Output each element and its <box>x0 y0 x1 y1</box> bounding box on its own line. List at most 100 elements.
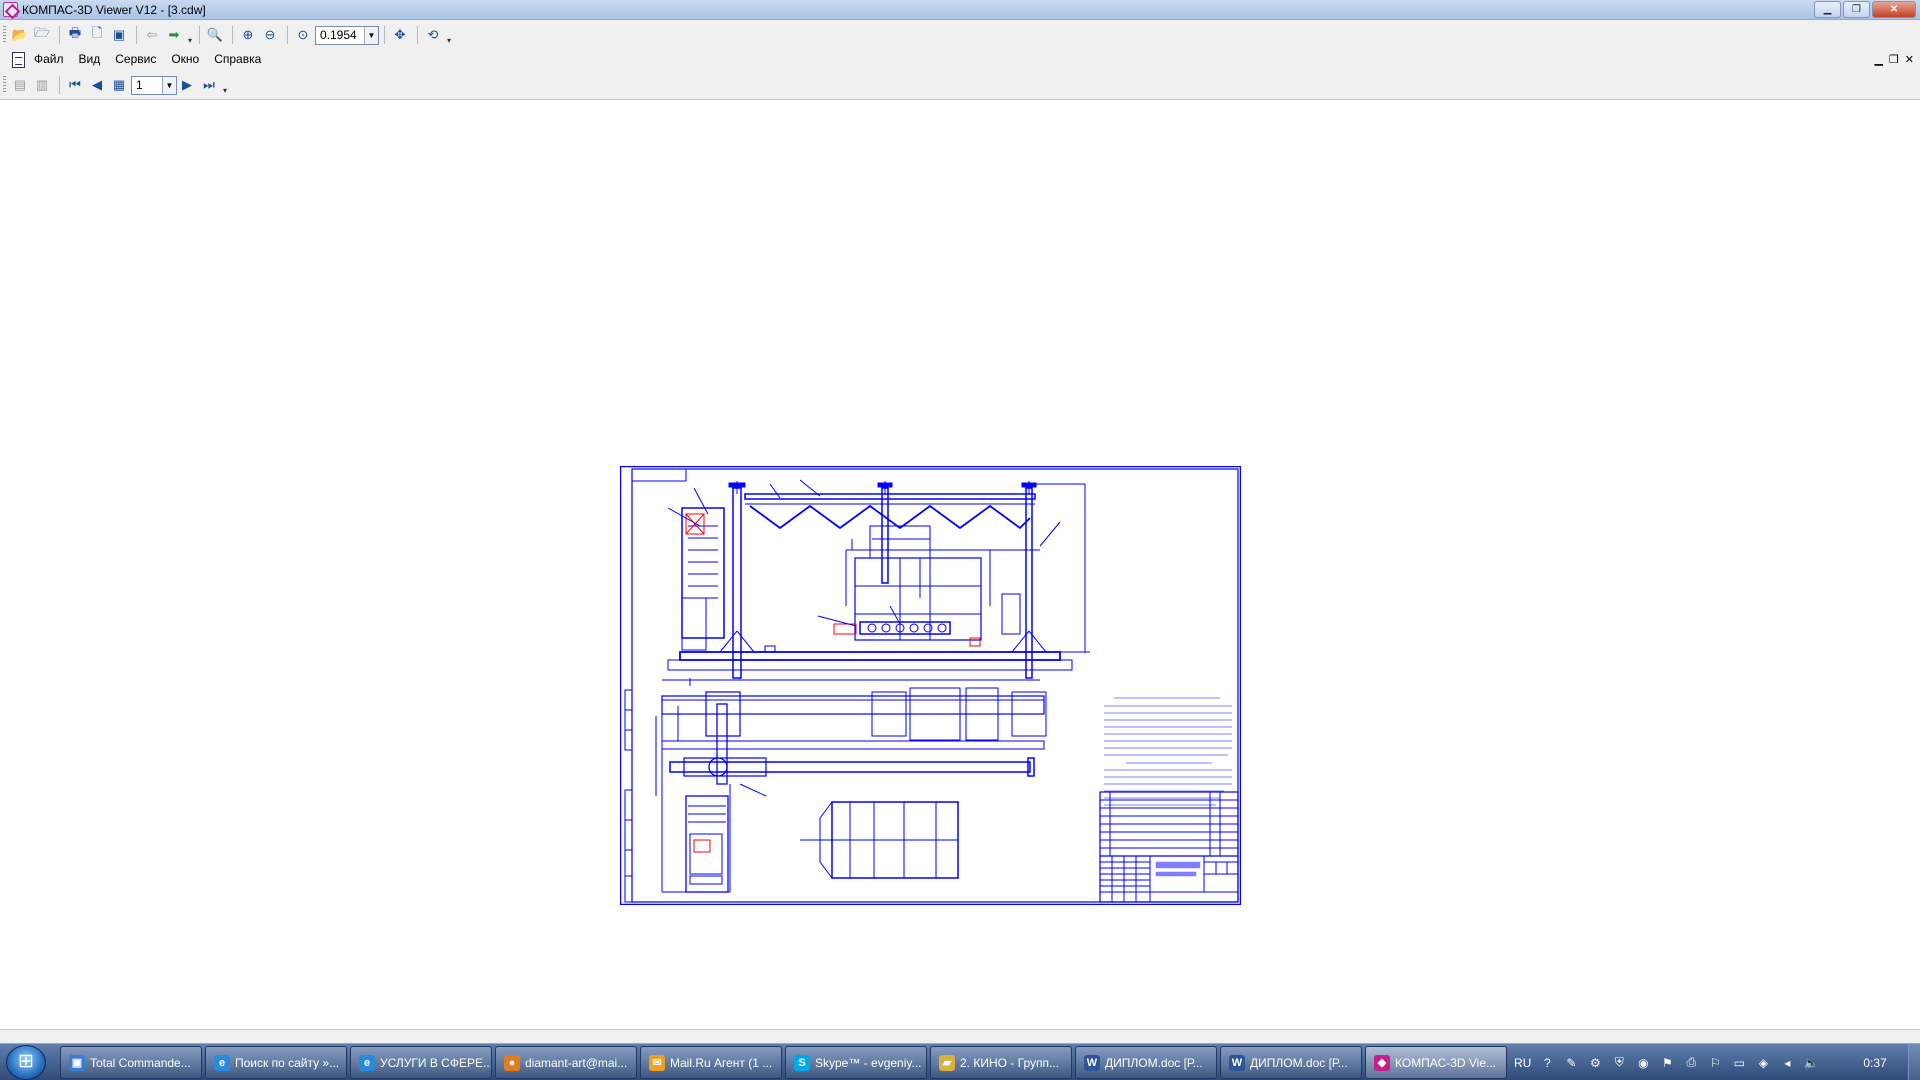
taskbar-item-skype[interactable]: S Skype™ - evgeniy... <box>785 1046 927 1079</box>
tools-icon[interactable]: ⚙ <box>1587 1055 1603 1071</box>
start-button[interactable] <box>6 1045 46 1080</box>
first-sheet-icon[interactable]: ⏮ <box>65 75 85 95</box>
kompas-icon: ◆ <box>1374 1054 1390 1071</box>
toolbar-separator <box>232 26 233 44</box>
taskbar-item-label: КОМПАС-3D Vie... <box>1395 1055 1497 1070</box>
toolbar-overflow-icon[interactable]: ▾ <box>186 25 194 45</box>
taskbar-item-label: Поиск по сайту »... <box>235 1055 340 1070</box>
print-preview-icon[interactable]: 🗋 <box>87 25 107 45</box>
show-desktop-button[interactable] <box>1908 1044 1920 1080</box>
open-file-icon[interactable]: 📂 <box>10 25 30 45</box>
restore-button[interactable]: ❐ <box>1843 1 1870 18</box>
toolbar-separator <box>59 76 60 94</box>
pen-icon[interactable]: ✎ <box>1563 1055 1579 1071</box>
window-title: КОМПАС-3D Viewer V12 - [3.cdw] <box>22 3 206 17</box>
shield-icon[interactable]: ⛨ <box>1611 1055 1627 1071</box>
toolbar-overflow-icon[interactable]: ▾ <box>221 75 229 95</box>
toolbar-grip[interactable] <box>3 26 6 44</box>
language-indicator[interactable]: RU <box>1514 1056 1531 1070</box>
notification-icon[interactable]: ◈ <box>1755 1055 1771 1071</box>
layers-icon[interactable]: ▥ <box>32 75 52 95</box>
window-controls: ▁ ❐ ✕ <box>1814 1 1916 18</box>
taskbar-item-label: Total Commande... <box>90 1055 191 1070</box>
flag-icon[interactable]: ⚐ <box>1707 1055 1723 1071</box>
title-bar: КОМПАС-3D Viewer V12 - [3.cdw] ▁ ❐ ✕ <box>0 0 1920 20</box>
toolbar-overflow-icon[interactable]: ▾ <box>445 25 453 45</box>
chevron-down-icon[interactable]: ▼ <box>162 76 176 94</box>
printer-icon[interactable]: ⎙ <box>1683 1055 1699 1071</box>
menu-bar: Файл Вид Сервис Окно Справка ▁ ❐ ✕ <box>0 50 1920 70</box>
toolbar-separator <box>59 26 60 44</box>
folder-icon: ▰ <box>939 1054 955 1071</box>
taskbar-item-label: ДИПЛОМ.doc [Р... <box>1105 1055 1203 1070</box>
cad-drawing-sheet <box>620 466 1241 905</box>
next-sheet-icon[interactable]: ▶ <box>177 75 197 95</box>
doc-close-icon[interactable]: ✕ <box>1905 53 1914 66</box>
antivirus-icon[interactable]: ⚑ <box>1659 1055 1675 1071</box>
close-button[interactable]: ✕ <box>1872 1 1916 18</box>
pan-icon[interactable]: ✥ <box>390 25 410 45</box>
sheets-icon[interactable]: ▦ <box>109 75 129 95</box>
zoom-icon[interactable]: 🔍 <box>205 25 225 45</box>
toolbar-separator <box>384 26 385 44</box>
system-tray: RU ? ✎ ⚙ ⛨ ◉ ⚑ ⎙ ⚐ ▭ ◈ ◂ 🔈 <box>1514 1044 1819 1080</box>
mail-icon: ✉ <box>649 1054 665 1071</box>
menu-file[interactable]: Файл <box>34 52 64 66</box>
chevron-down-icon[interactable]: ▼ <box>364 26 378 44</box>
network-status-icon[interactable]: ◉ <box>1635 1055 1651 1071</box>
clock[interactable]: 0:37 <box>1845 1044 1905 1080</box>
last-sheet-icon[interactable]: ⏭ <box>199 75 219 95</box>
kompas-app-icon[interactable] <box>3 2 18 17</box>
refresh-view-icon[interactable]: ⟲ <box>423 25 443 45</box>
taskbar-item-mail-agent[interactable]: ✉ Mail.Ru Агент (1 ... <box>640 1046 782 1079</box>
zoom-out-icon[interactable]: ⊖ <box>260 25 280 45</box>
forward-arrow-icon[interactable]: ➡ <box>164 25 184 45</box>
ie-icon: e <box>214 1054 230 1071</box>
taskbar-item-word-2[interactable]: W ДИПЛОМ.doc [Р... <box>1220 1046 1362 1079</box>
volume-icon[interactable]: 🔈 <box>1803 1055 1819 1071</box>
windows-taskbar: ▣ Total Commande... e Поиск по сайту »..… <box>0 1043 1920 1080</box>
taskbar-item-label: Skype™ - evgeniy... <box>815 1055 922 1070</box>
taskbar-tasks: ▣ Total Commande... e Поиск по сайту »..… <box>60 1046 1507 1079</box>
back-arrow-icon[interactable]: ⇦ <box>142 25 162 45</box>
help-icon[interactable]: ? <box>1539 1055 1555 1071</box>
sheet-number-combo[interactable]: 1 ▼ <box>131 75 177 95</box>
toolbar-grip[interactable] <box>3 76 6 94</box>
print-icon[interactable]: 🖶 <box>65 25 85 45</box>
taskbar-item-kompas[interactable]: ◆ КОМПАС-3D Vie... <box>1365 1046 1507 1079</box>
taskbar-item-folder[interactable]: ▰ 2. КИНО - Групп... <box>930 1046 1072 1079</box>
layer-icon[interactable]: ▤ <box>10 75 30 95</box>
taskbar-item-word-1[interactable]: W ДИПЛОМ.doc [Р... <box>1075 1046 1217 1079</box>
doc-minimize-icon[interactable]: ▁ <box>1874 53 1882 66</box>
menu-window[interactable]: Окно <box>171 52 199 66</box>
taskbar-item-ie-services[interactable]: e УСЛУГИ В СФЕРЕ... <box>350 1046 492 1079</box>
taskbar-item-label: 2. КИНО - Групп... <box>960 1055 1059 1070</box>
menu-view[interactable]: Вид <box>79 52 101 66</box>
zoom-in-icon[interactable]: ⊕ <box>238 25 258 45</box>
sheet-number-value: 1 <box>136 78 143 92</box>
taskbar-item-browser-mail[interactable]: ● diamant-art@mai... <box>495 1046 637 1079</box>
previous-sheet-icon[interactable]: ◀ <box>87 75 107 95</box>
status-bar <box>0 1029 1920 1043</box>
view-toolbar: ▤ ▥ ⏮ ◀ ▦ 1 ▼ ▶ ⏭ ▾ <box>0 70 1920 100</box>
zoom-scale-combo[interactable]: 0.1954 ▼ <box>315 25 379 45</box>
main-toolbar: 📂 🗁 🖶 🗋 ▣ ⇦ ➡ ▾ 🔍 ⊕ ⊖ ⊙ 0.1954 ▼ ✥ ⟲ ▾ <box>0 20 1920 50</box>
menu-service[interactable]: Сервис <box>115 52 156 66</box>
zoom-window-icon[interactable]: ⊙ <box>293 25 313 45</box>
window-icon[interactable]: ▭ <box>1731 1055 1747 1071</box>
drawing-canvas[interactable] <box>0 101 1920 1029</box>
word-icon: W <box>1229 1054 1245 1071</box>
toolbar-separator <box>287 26 288 44</box>
word-icon: W <box>1084 1054 1100 1071</box>
doc-restore-icon[interactable]: ❐ <box>1889 53 1899 66</box>
menu-help[interactable]: Справка <box>214 52 261 66</box>
zoom-scale-value: 0.1954 <box>320 28 357 42</box>
arrow-icon[interactable]: ◂ <box>1779 1055 1795 1071</box>
document-window-controls: ▁ ❐ ✕ <box>1874 53 1914 66</box>
open-recent-icon[interactable]: 🗁 <box>32 25 52 45</box>
minimize-button[interactable]: ▁ <box>1814 1 1841 18</box>
taskbar-item-total-commander[interactable]: ▣ Total Commande... <box>60 1046 202 1079</box>
page-setup-icon[interactable]: ▣ <box>109 25 129 45</box>
document-icon[interactable] <box>12 52 25 68</box>
taskbar-item-ie-search[interactable]: e Поиск по сайту »... <box>205 1046 347 1079</box>
